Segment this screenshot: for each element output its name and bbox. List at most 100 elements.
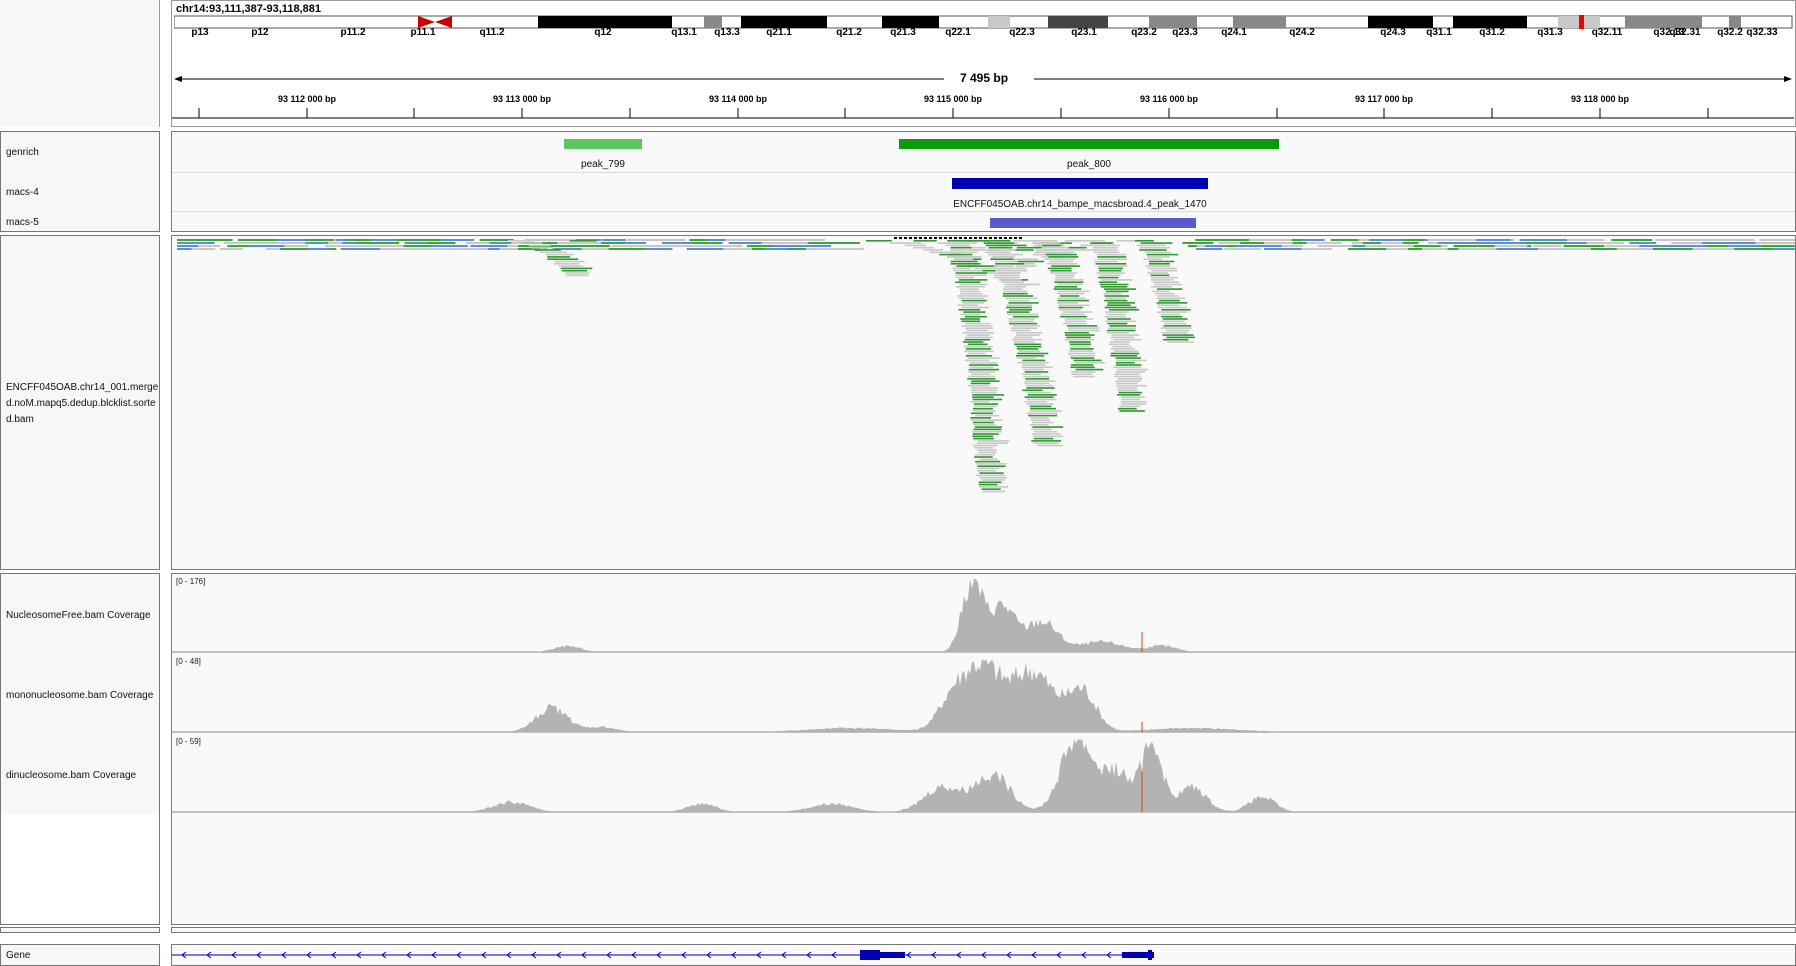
read — [976, 470, 996, 472]
read — [1009, 299, 1030, 302]
read — [1024, 382, 1050, 385]
read — [1093, 251, 1120, 254]
header-left-panel — [0, 0, 160, 127]
read — [1110, 352, 1140, 355]
track-name-macs5[interactable]: macs-5 — [6, 217, 39, 228]
read — [1027, 391, 1052, 394]
macs4-peak-1470[interactable] — [952, 178, 1208, 189]
read — [1112, 345, 1132, 348]
read — [1120, 396, 1146, 398]
band-label: q32.2 — [1717, 27, 1743, 38]
read — [959, 237, 962, 239]
feature-tracks-panel[interactable]: peak_799 peak_800 ENCFF045OAB.chr14_bamp… — [171, 131, 1796, 232]
read — [1008, 320, 1034, 323]
read — [194, 239, 233, 241]
read — [1143, 258, 1162, 260]
read — [451, 248, 488, 250]
read — [1093, 242, 1114, 244]
read — [1068, 327, 1099, 329]
read — [1148, 263, 1170, 265]
read — [953, 269, 983, 272]
read — [1028, 414, 1058, 417]
ruler-tick-label: 93 114 000 bp — [708, 94, 768, 104]
read — [955, 281, 981, 283]
read — [1034, 430, 1057, 433]
read — [1026, 398, 1057, 401]
read — [1110, 355, 1138, 357]
read — [1281, 245, 1303, 247]
gene-track-panel[interactable] — [171, 944, 1796, 966]
macs4-peak-1470-label: ENCFF045OAB.chr14_bampe_macsbroad.4_peak… — [953, 199, 1207, 210]
read — [1062, 311, 1093, 313]
track-name-mononucleosome[interactable]: mononucleosome.bam Coverage — [6, 690, 153, 701]
read — [973, 410, 996, 412]
read — [979, 240, 1011, 242]
read — [989, 237, 992, 239]
track-name-alignment[interactable]: ENCFF045OAB.chr14_001.merged.noM.mapq5.d… — [6, 380, 161, 428]
read — [1195, 239, 1239, 241]
track-name-genrich[interactable]: genrich — [6, 147, 39, 158]
alignment-track-panel[interactable] — [171, 235, 1796, 570]
coverage-plots[interactable] — [172, 574, 1795, 924]
band-label: q23.2 — [1131, 27, 1157, 38]
read — [1033, 442, 1059, 444]
read — [1113, 366, 1142, 369]
band-label: q32.11 — [1591, 27, 1623, 38]
read — [998, 267, 1027, 270]
gene-model[interactable] — [172, 945, 1795, 965]
read — [1117, 389, 1138, 392]
read — [1115, 380, 1142, 382]
band-label: q32.31 — [1669, 27, 1701, 38]
read — [1160, 313, 1180, 316]
read — [565, 274, 589, 277]
read — [1041, 249, 1071, 251]
read — [1109, 309, 1140, 311]
read — [1161, 315, 1183, 318]
band-label: p12 — [251, 27, 269, 38]
read — [1094, 260, 1118, 263]
read — [1031, 419, 1050, 421]
read — [919, 237, 922, 239]
macs5-peak[interactable] — [990, 218, 1196, 228]
read — [967, 343, 988, 346]
read — [1195, 248, 1223, 250]
track-name-dinucleosome[interactable]: dinucleosome.bam Coverage — [6, 770, 136, 781]
read — [624, 242, 647, 244]
alignment-reads[interactable] — [172, 236, 1795, 569]
band-label: q13.1 — [671, 27, 697, 38]
ruler-tick-label: 93 115 000 bp — [923, 94, 983, 104]
genrich-peak-800[interactable] — [899, 139, 1279, 149]
read — [1115, 364, 1142, 366]
read — [1101, 279, 1133, 281]
track-name-nucleosome-free[interactable]: NucleosomeFree.bam Coverage — [6, 610, 151, 621]
read — [428, 242, 456, 244]
read — [988, 246, 1013, 249]
read — [1116, 394, 1140, 396]
read — [1097, 258, 1128, 260]
track-name-gene[interactable]: Gene — [6, 950, 30, 961]
read — [554, 260, 585, 263]
read — [1107, 322, 1128, 325]
read — [1136, 244, 1166, 247]
read — [959, 283, 988, 286]
read — [960, 292, 983, 295]
read — [999, 276, 1020, 279]
read — [414, 248, 458, 250]
read — [1095, 263, 1127, 265]
read — [1064, 334, 1095, 336]
ruler-panel[interactable]: chr14:93,111,387-93,118,881 p13 p12 p11.2 p… — [171, 0, 1796, 127]
band-label: q32.33 — [1746, 27, 1778, 38]
read — [964, 315, 987, 318]
read — [969, 237, 972, 239]
read — [715, 245, 743, 247]
genrich-peak-799[interactable] — [564, 139, 642, 149]
coverage-tracks-panel[interactable]: [0 - 176] [0 - 48] [0 - 59] — [171, 573, 1796, 925]
read — [958, 279, 988, 281]
read — [866, 240, 892, 242]
read — [1029, 405, 1052, 408]
track-name-macs4[interactable]: macs-4 — [6, 187, 39, 198]
band-label: p11.1 — [410, 27, 436, 38]
band-label: q24.2 — [1289, 27, 1315, 38]
read — [560, 267, 593, 270]
read — [608, 248, 651, 250]
